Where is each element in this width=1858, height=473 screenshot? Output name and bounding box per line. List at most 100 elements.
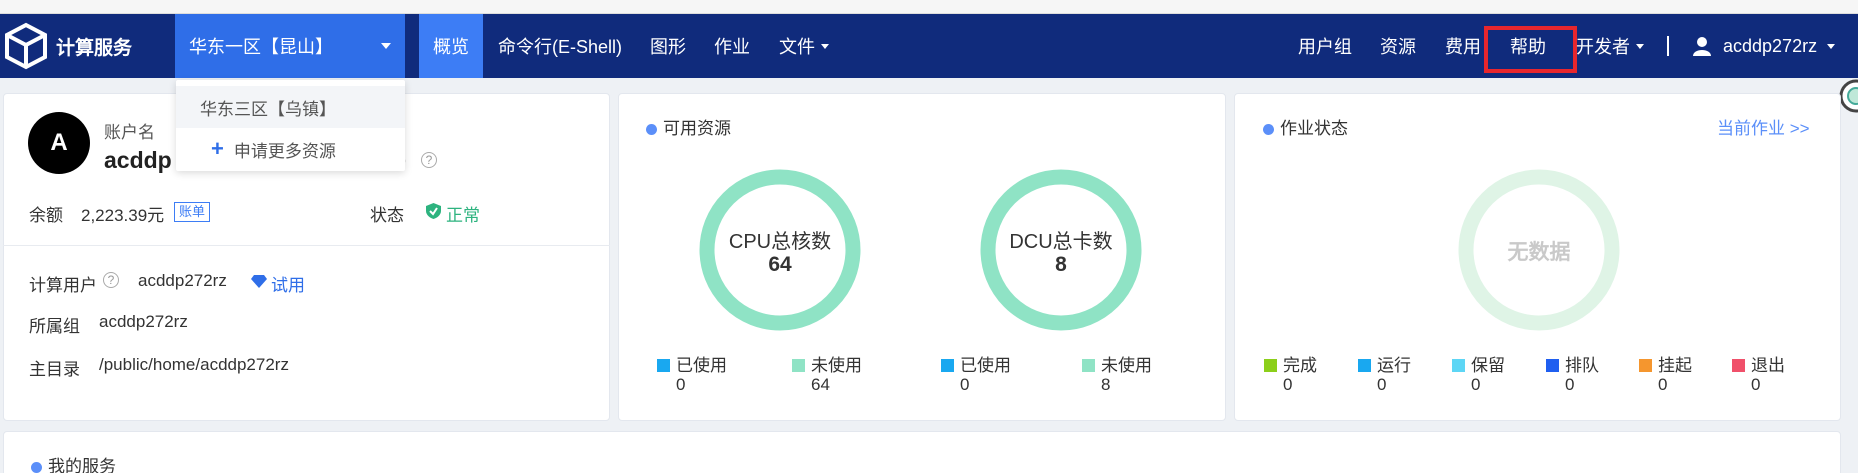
- dcu-ring-value: 8: [1055, 253, 1067, 276]
- app-logo[interactable]: 计算服务: [2, 20, 172, 72]
- card-divider: [3, 245, 610, 246]
- job-state-label: 挂起: [1658, 356, 1692, 375]
- legend-swatch: [1358, 359, 1371, 372]
- cpu-unused-label: 未使用: [811, 356, 862, 375]
- region-option[interactable]: 华东三区【乌镇】: [176, 86, 405, 128]
- diamond-icon: [251, 275, 267, 288]
- services-title-text: 我的服务: [48, 457, 116, 473]
- balance-value: 2,223.39元: [81, 206, 165, 225]
- account-name: acddp: [104, 147, 172, 173]
- nav-billing[interactable]: 费用: [1445, 14, 1481, 78]
- job-state-label: 运行: [1377, 356, 1411, 375]
- dcu-used-legend: 已使用: [941, 351, 1011, 376]
- nav-resources-label: 资源: [1380, 37, 1416, 57]
- job-state-legend: 保留: [1452, 351, 1505, 376]
- job-state-label: 完成: [1283, 356, 1317, 375]
- resources-title-text: 可用资源: [663, 119, 731, 138]
- trial-badge[interactable]: 试用: [271, 271, 305, 296]
- nav-overview-label: 概览: [433, 37, 469, 57]
- nav-usergroup-label: 用户组: [1298, 37, 1352, 57]
- legend-swatch: [657, 359, 670, 372]
- cpu-ring-label: CPU总核数: [728, 231, 832, 253]
- dcu-unused-value: 8: [1101, 375, 1111, 394]
- services-card: [3, 431, 1841, 473]
- shield-check-icon: [426, 203, 441, 219]
- cpu-used-value: 0: [676, 375, 686, 394]
- status-label: 状态: [370, 206, 404, 225]
- resources-title: 可用资源: [646, 114, 731, 139]
- group-value: acddp272rz: [99, 312, 188, 331]
- jobs-empty-text: 无数据: [1507, 241, 1571, 264]
- nav-billing-label: 费用: [1445, 37, 1481, 57]
- nav-developer[interactable]: 开发者: [1576, 14, 1644, 78]
- home-label: 主目录: [29, 360, 80, 379]
- nav-files[interactable]: 文件: [779, 14, 829, 78]
- legend-swatch: [1639, 359, 1652, 372]
- bullet-icon: [31, 462, 42, 473]
- nav-usergroup[interactable]: 用户组: [1298, 14, 1352, 78]
- nav-jobs[interactable]: 作业: [714, 14, 750, 78]
- cpu-unused-value: 64: [811, 375, 830, 394]
- job-state-label: 退出: [1751, 356, 1785, 375]
- help-question-icon[interactable]: ?: [103, 271, 119, 288]
- legend-swatch: [1546, 359, 1559, 372]
- nav-jobs-label: 作业: [714, 37, 750, 57]
- job-state-legend: 排队: [1546, 351, 1599, 376]
- legend-swatch: [1452, 359, 1465, 372]
- compute-user-label: 计算用户: [29, 276, 97, 295]
- legend-swatch: [1732, 359, 1745, 372]
- services-title: 我的服务: [31, 452, 116, 473]
- nav-graphics[interactable]: 图形: [650, 14, 686, 78]
- nav-separator: [1667, 36, 1669, 56]
- job-state-legend: 挂起: [1639, 351, 1692, 376]
- avatar: A: [28, 112, 90, 174]
- browser-top-strip: [0, 0, 1858, 14]
- status-value: 正常: [446, 206, 480, 225]
- dcu-used-label: 已使用: [960, 356, 1011, 375]
- region-option-label: 华东三区【乌镇】: [200, 99, 336, 119]
- nav-files-label: 文件: [779, 37, 815, 57]
- job-state-count: 0: [1658, 375, 1668, 394]
- nav-eshell[interactable]: 命令行(E-Shell): [498, 14, 622, 78]
- chevron-down-icon: [381, 43, 391, 49]
- chevron-down-icon: [1636, 43, 1644, 49]
- user-name: acddp272rz: [1723, 35, 1818, 56]
- request-resources-option[interactable]: + 申请更多资源: [176, 128, 405, 170]
- jobs-title: 作业状态: [1263, 114, 1348, 139]
- job-state-label: 排队: [1565, 356, 1599, 375]
- dcu-unused-legend: 未使用: [1082, 351, 1152, 376]
- cpu-ring-value: 64: [768, 253, 792, 276]
- cpu-used-legend: 已使用: [657, 351, 727, 376]
- region-dropdown: 华东三区【乌镇】 + 申请更多资源: [176, 80, 405, 171]
- nav-overview[interactable]: 概览: [419, 14, 483, 78]
- top-navbar: 计算服务 华东一区【昆山】 概览 命令行(E-Shell) 图形 作业 文件 用…: [0, 14, 1858, 78]
- legend-swatch: [1082, 359, 1095, 372]
- request-resources-label: 申请更多资源: [233, 141, 336, 161]
- bill-badge[interactable]: 账单: [174, 202, 211, 222]
- chevron-down-icon: [821, 43, 829, 49]
- region-label: 华东一区【昆山】: [189, 37, 333, 57]
- job-state-count: 0: [1471, 375, 1481, 394]
- job-state-legend: 完成: [1264, 351, 1317, 376]
- help-highlight-box: [1484, 26, 1577, 73]
- dcu-used-value: 0: [960, 375, 970, 394]
- current-jobs-link[interactable]: 当前作业 >>: [1717, 114, 1810, 139]
- nav-developer-label: 开发者: [1576, 37, 1630, 57]
- user-icon: [1693, 37, 1711, 56]
- jobs-title-text: 作业状态: [1280, 119, 1348, 138]
- cpu-unused-legend: 未使用: [792, 351, 862, 376]
- help-question-icon[interactable]: ?: [421, 151, 437, 168]
- bullet-icon: [646, 124, 657, 135]
- cpu-used-label: 已使用: [676, 356, 727, 375]
- account-label: 账户名: [104, 123, 155, 142]
- balance-label: 余额: [29, 206, 63, 225]
- user-menu[interactable]: acddp272rz: [1723, 14, 1836, 78]
- job-state-count: 0: [1283, 375, 1293, 394]
- job-state-count: 0: [1751, 375, 1761, 394]
- job-state-legend: 运行: [1358, 351, 1411, 376]
- nav-eshell-label: 命令行(E-Shell): [498, 37, 623, 57]
- legend-swatch: [792, 359, 805, 372]
- nav-resources[interactable]: 资源: [1380, 14, 1416, 78]
- region-selector[interactable]: 华东一区【昆山】: [175, 14, 405, 78]
- legend-swatch: [941, 359, 954, 372]
